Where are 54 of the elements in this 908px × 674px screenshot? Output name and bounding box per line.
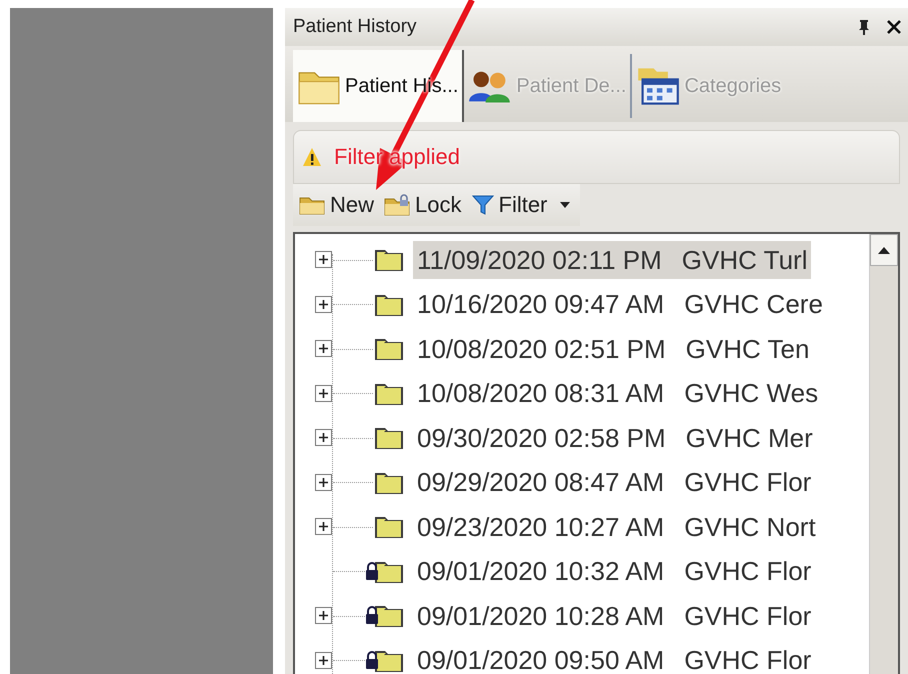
scroll-up-button[interactable]	[870, 234, 898, 266]
toolbar-button[interactable]: Filter	[470, 190, 572, 220]
tree-item[interactable]: 09/01/2020 10:28 AM GVHC Flor	[413, 597, 816, 636]
date-cell: 10/16/2020 09:47 AM	[417, 289, 664, 320]
date-cell: 09/01/2020 10:32 AM	[417, 556, 664, 588]
date-cell: 09/30/2020 02:58 PM	[417, 422, 666, 454]
filter-icon	[472, 194, 494, 216]
toolbar-button[interactable]: Lock	[382, 190, 464, 220]
tree-item[interactable]: 09/30/2020 02:58 PM GVHC Mer	[413, 419, 817, 458]
expand-icon[interactable]	[315, 340, 332, 358]
warning-icon	[302, 147, 322, 167]
date-cell: 09/01/2020 10:28 AM	[417, 600, 664, 632]
location-cell: GVHC Cere	[684, 289, 823, 320]
expand-icon[interactable]	[315, 474, 332, 491]
location-cell: GVHC Wes	[684, 378, 818, 410]
tree-item[interactable]: 09/23/2020 10:27 AM GVHC Nort	[413, 508, 820, 546]
panel-title: Patient History	[293, 16, 417, 38]
expand-icon[interactable]	[315, 251, 332, 268]
location-cell: GVHC Ten	[686, 334, 810, 365]
location-cell: GVHC Flor	[684, 600, 812, 632]
location-cell: GVHC Nort	[684, 512, 816, 543]
location-cell: GVHC Flor	[684, 467, 812, 498]
scrollbar[interactable]	[869, 234, 898, 674]
folder-icon	[299, 195, 325, 215]
expand-icon[interactable]	[315, 607, 332, 624]
expand-icon[interactable]	[315, 384, 332, 402]
date-cell: 09/23/2020 10:27 AM	[417, 512, 664, 543]
toolbar-button[interactable]: New	[297, 190, 376, 220]
expand-icon[interactable]	[315, 429, 332, 446]
location-cell: GVHC Flor	[684, 556, 812, 588]
date-cell: 10/08/2020 02:51 PM	[417, 334, 666, 365]
caret-icon	[560, 202, 570, 208]
tree-item[interactable]: 10/08/2020 08:31 AM GVHC Wes	[413, 374, 822, 413]
expand-icon[interactable]	[315, 652, 332, 669]
location-cell: GVHC Turl	[682, 244, 808, 276]
close-icon[interactable]	[886, 19, 902, 35]
expand-icon[interactable]	[315, 518, 332, 536]
pin-icon[interactable]	[858, 19, 870, 35]
tree-item[interactable]: 09/29/2020 08:47 AM GVHC Flor	[413, 464, 816, 502]
locked-folder-icon	[384, 194, 410, 216]
date-cell: 11/09/2020 02:11 PM	[417, 244, 662, 276]
tree-item[interactable]: 09/01/2020 10:32 AM GVHC Flor	[413, 552, 816, 591]
location-cell: GVHC Mer	[686, 422, 813, 454]
up-arrow-icon	[878, 246, 890, 254]
location-cell: GVHC Flor	[684, 645, 812, 674]
date-cell: 10/08/2020 08:31 AM	[417, 378, 664, 410]
tree-item[interactable]: 09/01/2020 09:50 AM GVHC Flor	[413, 642, 816, 674]
expand-icon[interactable]	[315, 296, 332, 313]
tree-item[interactable]: 11/09/2020 02:11 PM GVHC Turl	[413, 241, 812, 280]
calendar-icon	[636, 66, 680, 106]
date-cell: 09/29/2020 08:47 AM	[417, 467, 664, 498]
tree-item[interactable]: 10/08/2020 02:51 PM GVHC Ten	[413, 330, 814, 368]
date-cell: 09/01/2020 09:50 AM	[417, 645, 664, 674]
tree-item[interactable]: 10/16/2020 09:47 AM GVHC Cere	[413, 286, 827, 324]
